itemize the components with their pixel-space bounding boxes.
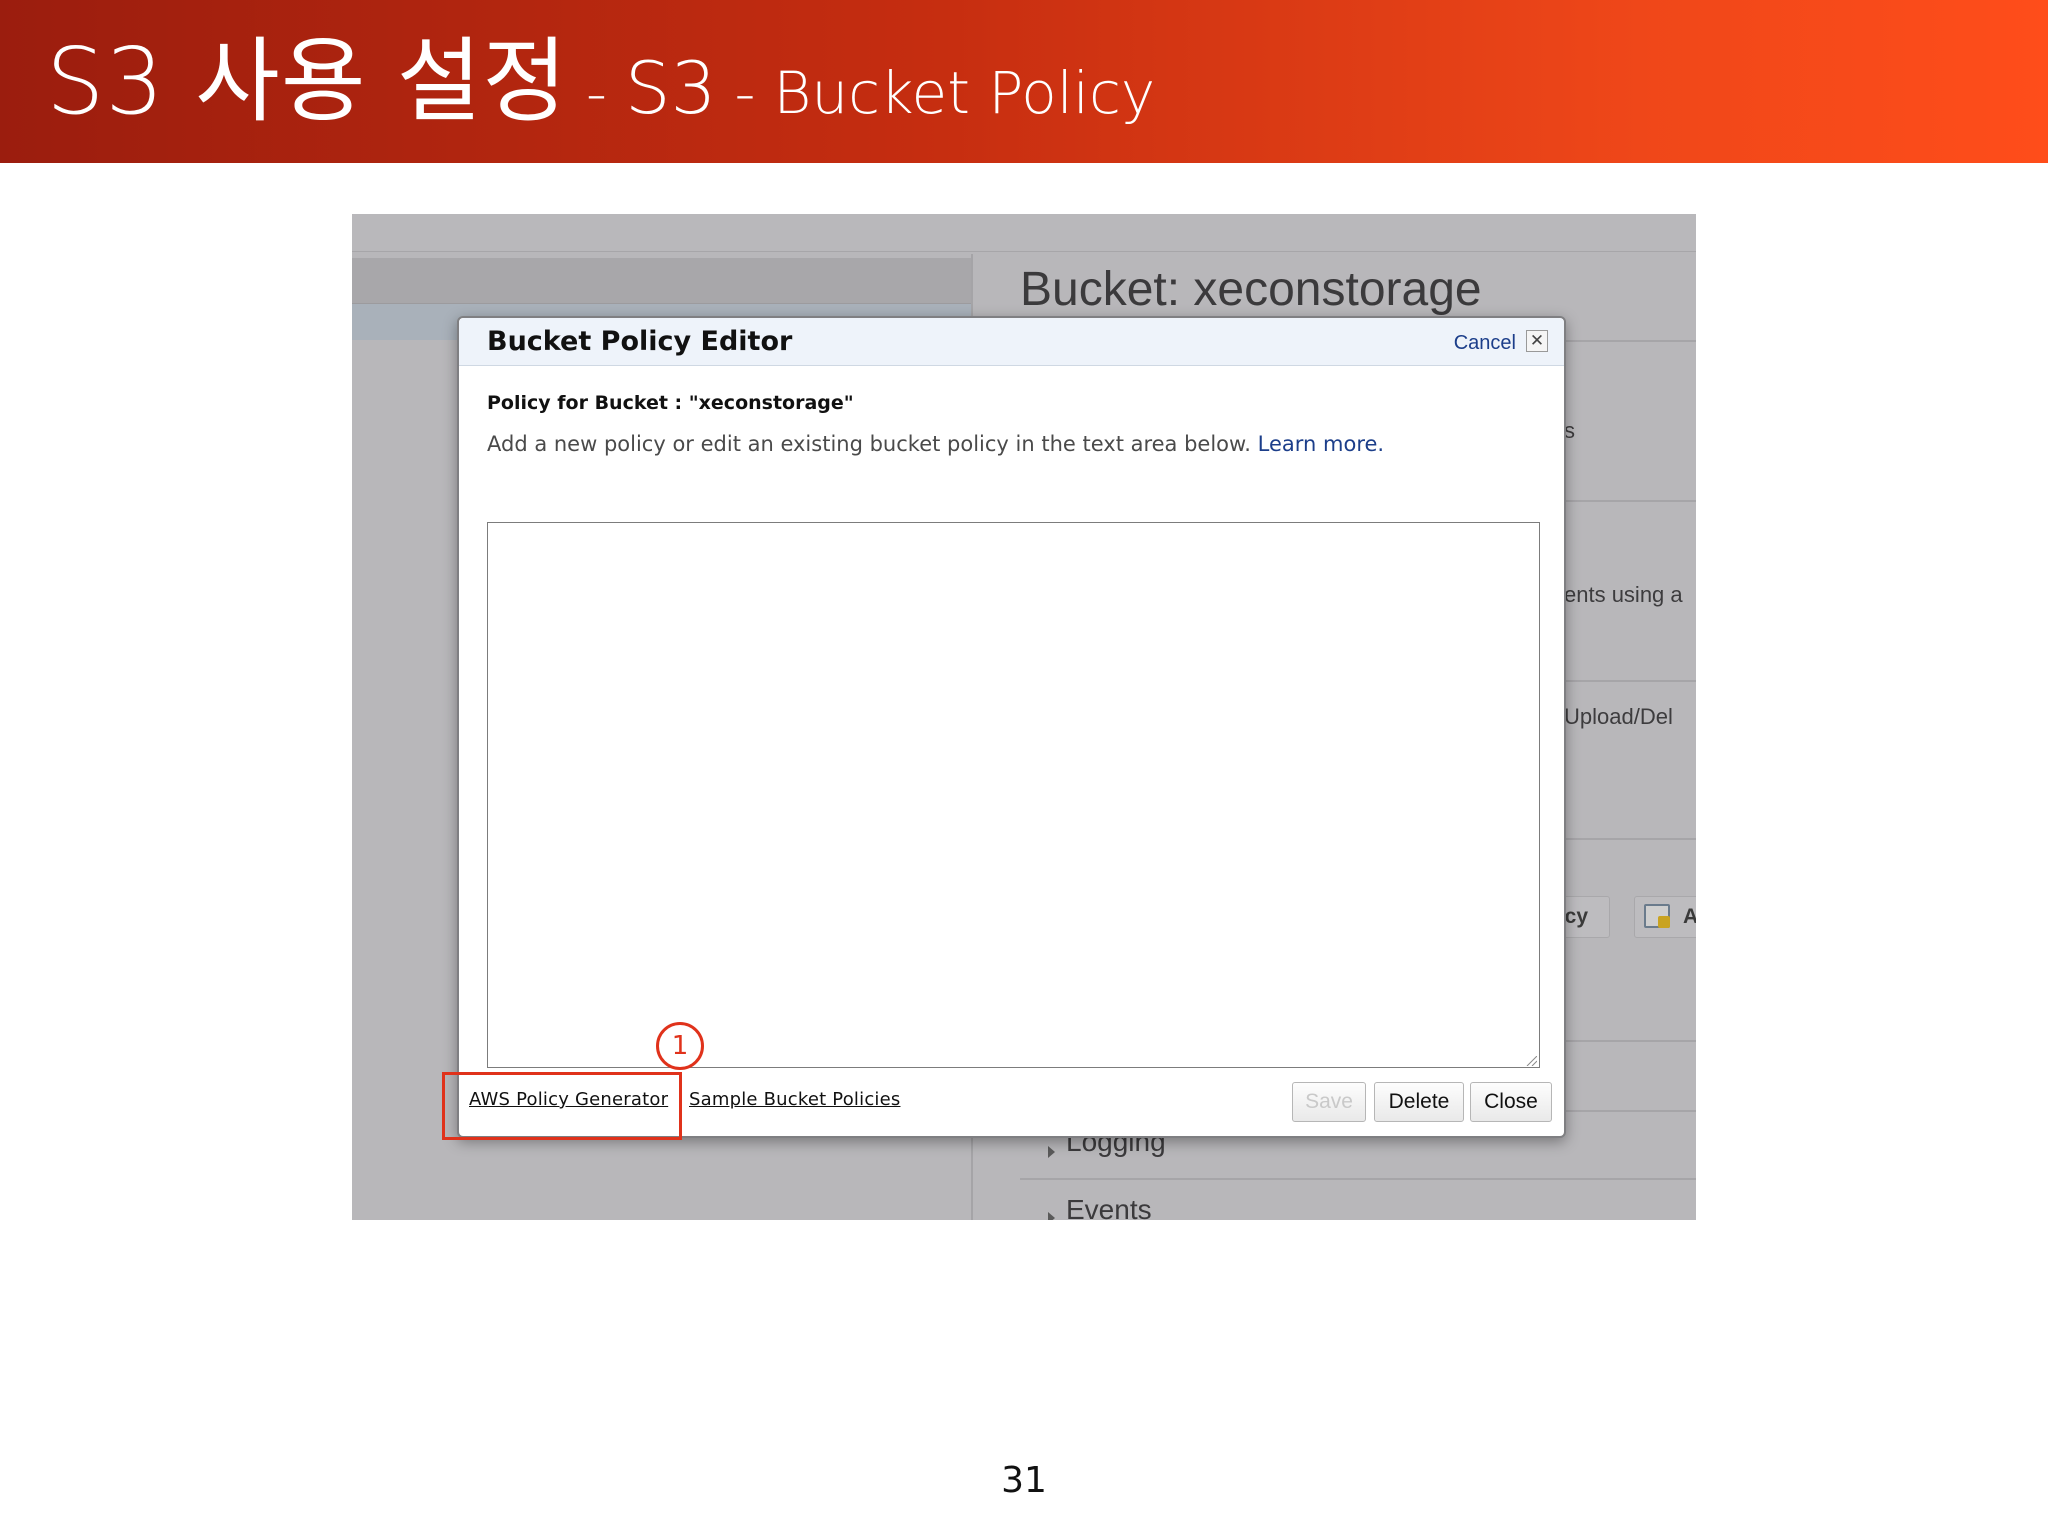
sidebar-header: [352, 258, 972, 304]
background-text-fragment: Upload/Del: [1564, 704, 1673, 729]
lock-icon: [1658, 916, 1670, 928]
resize-handle-icon[interactable]: [1525, 1056, 1537, 1066]
policy-textarea[interactable]: [487, 522, 1540, 1068]
bucket-title: Bucket: xeconstorage: [1020, 263, 1482, 316]
dialog-description: Add a new policy or edit an existing buc…: [487, 432, 1384, 456]
close-button[interactable]: Close: [1470, 1082, 1552, 1122]
properties-divider: [1020, 1178, 1696, 1180]
page-number: 31: [1001, 1460, 1047, 1501]
learn-more-label: Learn more: [1257, 432, 1378, 456]
dialog-header: Bucket Policy Editor Cancel ✕: [459, 318, 1564, 366]
dialog-title: Bucket Policy Editor: [487, 326, 793, 357]
delete-button[interactable]: Delete: [1374, 1082, 1464, 1122]
expand-arrow-icon: [1048, 1212, 1055, 1220]
slide-title-main: S3 사용 설정: [46, 28, 568, 135]
section-events[interactable]: Events: [1066, 1194, 1152, 1220]
cancel-link[interactable]: Cancel: [1454, 332, 1516, 355]
slide-title: S3 사용 설정 - S3- Bucket Policy: [46, 36, 1155, 128]
tool-button-label: A: [1683, 905, 1696, 928]
slide-title-separator-2: -: [734, 59, 756, 127]
learn-more-link[interactable]: Learn more.: [1258, 432, 1384, 456]
save-button[interactable]: Save: [1292, 1082, 1366, 1122]
slide-title-separator: -: [585, 59, 607, 127]
sample-bucket-policies-link[interactable]: Sample Bucket Policies: [689, 1089, 900, 1110]
highlight-box: [442, 1072, 682, 1140]
slide-header: S3 사용 설정 - S3- Bucket Policy: [0, 0, 2048, 163]
description-text: Add a new policy or edit an existing buc…: [487, 432, 1251, 456]
background-text-fragment: ents using a: [1564, 582, 1683, 607]
policy-for-bucket-label: Policy for Bucket : "xeconstorage": [487, 392, 854, 414]
console-top-bar: [352, 214, 1696, 252]
expand-arrow-icon: [1048, 1146, 1055, 1158]
close-icon[interactable]: ✕: [1526, 330, 1548, 352]
slide-title-sub2: Bucket Policy: [773, 59, 1156, 127]
bucket-policy-editor-dialog: Bucket Policy Editor Cancel ✕ Policy for…: [457, 316, 1566, 1138]
step-number-badge: 1: [656, 1022, 704, 1070]
slide-title-sub: S3: [624, 46, 717, 130]
